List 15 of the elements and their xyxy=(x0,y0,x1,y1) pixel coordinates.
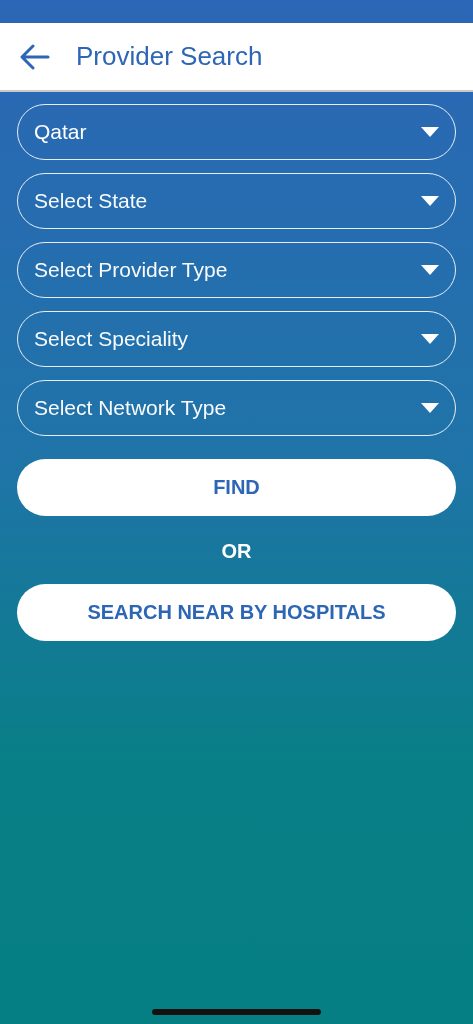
search-nearby-button[interactable]: SEARCH NEAR BY HOSPITALS xyxy=(17,584,456,641)
or-separator: OR xyxy=(221,540,252,563)
caret-icon xyxy=(421,334,439,344)
dropdown-placeholder: Select Speciality xyxy=(34,327,189,351)
caret-icon xyxy=(421,403,439,413)
caret-icon xyxy=(421,196,439,206)
caret-icon xyxy=(421,265,439,275)
dropdown-value: Qatar xyxy=(34,120,87,144)
back-arrow-icon[interactable] xyxy=(20,43,50,70)
screen-title: Provider Search xyxy=(76,41,263,72)
dropdown-placeholder: Select State xyxy=(34,189,148,213)
dropdown-placeholder: Select Network Type xyxy=(34,396,227,420)
dropdown-placeholder: Select Provider Type xyxy=(34,258,228,282)
caret-icon xyxy=(421,127,439,137)
find-button[interactable]: FIND xyxy=(17,459,456,516)
